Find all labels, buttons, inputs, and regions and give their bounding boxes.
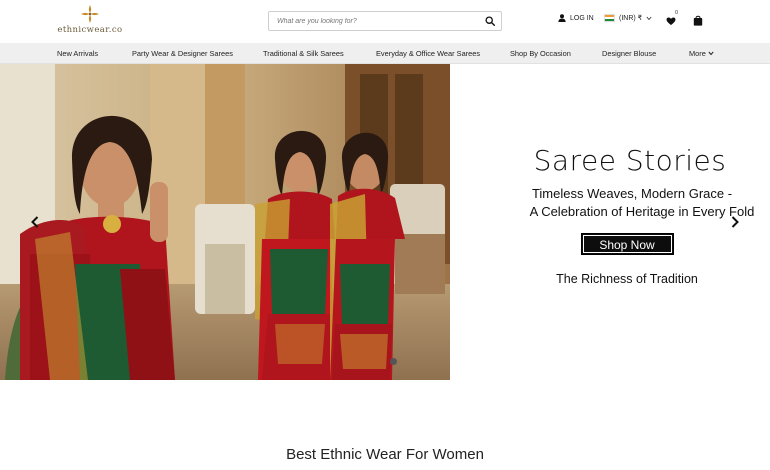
hero-banner-image[interactable] <box>0 64 450 380</box>
shop-now-button[interactable]: Shop Now <box>580 233 674 255</box>
currency-selector[interactable]: (INR) ₹ <box>604 14 652 22</box>
nav-item-shop-by-occasion[interactable]: Shop By Occasion <box>510 43 571 64</box>
nav-item-party-wear-sarees[interactable]: Party Wear & Designer Sarees <box>132 43 233 64</box>
wishlist-count-badge: 0 <box>675 10 679 16</box>
login-link[interactable]: LOG IN <box>558 14 594 22</box>
carousel-prev-button[interactable] <box>28 213 42 231</box>
logo-mark-icon <box>81 5 99 23</box>
search-button[interactable] <box>479 12 501 30</box>
chevron-down-icon <box>646 16 652 20</box>
nav-item-everyday-office-sarees[interactable]: Everyday & Office Wear Sarees <box>376 43 480 64</box>
nav-more-label: More <box>689 49 706 58</box>
hero-title: Saree Stories <box>533 144 727 177</box>
search-icon <box>485 16 495 26</box>
nav-item-traditional-silk-sarees[interactable]: Traditional & Silk Sarees <box>263 43 344 64</box>
site-logo[interactable]: ethnicwear.co <box>55 4 125 40</box>
cart-button[interactable] <box>692 13 704 27</box>
carousel-dot-1[interactable] <box>390 358 397 365</box>
heart-icon <box>666 17 676 25</box>
login-label: LOG IN <box>570 14 594 22</box>
nav-item-more[interactable]: More <box>689 43 714 64</box>
chevron-down-icon <box>708 51 714 56</box>
search-bar <box>268 11 502 31</box>
hero-carousel: Saree Stories Timeless Weaves, Modern Gr… <box>0 64 770 380</box>
chevron-left-icon <box>31 216 39 228</box>
saree-models-photo <box>0 64 450 380</box>
logo-text: ethnicwear.co <box>57 25 123 35</box>
hero-tagline: The Richness of Tradition <box>556 272 698 286</box>
nav-item-designer-blouse[interactable]: Designer Blouse <box>602 43 656 64</box>
nav-item-new-arrivals[interactable]: New Arrivals <box>57 43 98 64</box>
top-header: ethnicwear.co LOG IN (INR) ₹ 0 <box>0 0 770 43</box>
wishlist-button[interactable]: 0 <box>666 10 680 27</box>
main-nav: New Arrivals Party Wear & Designer Saree… <box>0 43 770 64</box>
hero-subtitle-line2: A Celebration of Heritage in Every Fold <box>529 204 755 219</box>
hero-subtitle-line1: Timeless Weaves, Modern Grace - <box>531 186 733 201</box>
search-input[interactable] <box>269 12 479 30</box>
section-title: Best Ethnic Wear For Women <box>286 446 484 463</box>
india-flag-icon <box>604 14 615 22</box>
currency-label: (INR) ₹ <box>619 15 643 22</box>
user-icon <box>558 14 566 22</box>
hero-promo: Saree Stories Timeless Weaves, Modern Gr… <box>470 144 770 286</box>
shopping-bag-icon <box>693 15 703 26</box>
